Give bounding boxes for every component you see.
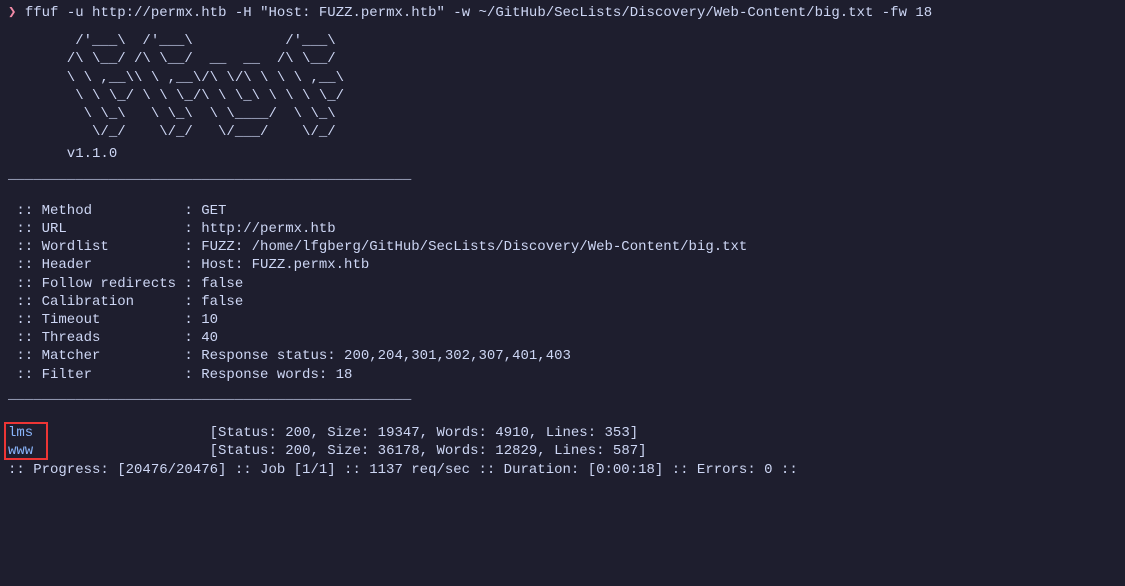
result-row: lms [Status: 200, Size: 19347, Words: 49… — [8, 424, 1117, 442]
result-row: www [Status: 200, Size: 36178, Words: 12… — [8, 442, 1117, 460]
config-block: :: Method : GET :: URL : http://permx.ht… — [8, 202, 1117, 384]
command-text: ffuf -u http://permx.htb -H "Host: FUZZ.… — [16, 5, 932, 21]
divider-top: ________________________________________… — [8, 166, 1117, 184]
ascii-banner: /'___\ /'___\ /'___\ /\ \__/ /\ \__/ __ … — [8, 32, 1117, 141]
config-line-7: :: Threads : 40 — [8, 329, 1117, 347]
divider-bottom: ________________________________________… — [8, 386, 1117, 404]
config-line-4: :: Follow redirects : false — [8, 275, 1117, 293]
results-block: lms [Status: 200, Size: 19347, Words: 49… — [8, 424, 1117, 460]
config-line-9: :: Filter : Response words: 18 — [8, 366, 1117, 384]
config-line-3: :: Header : Host: FUZZ.permx.htb — [8, 256, 1117, 274]
config-line-8: :: Matcher : Response status: 200,204,30… — [8, 347, 1117, 365]
command-line: ❯ ffuf -u http://permx.htb -H "Host: FUZ… — [8, 4, 1117, 22]
blank-line-2 — [8, 404, 1117, 422]
result-stats: [Status: 200, Size: 36178, Words: 12829,… — [33, 443, 646, 459]
result-stats: [Status: 200, Size: 19347, Words: 4910, … — [33, 425, 638, 441]
config-line-0: :: Method : GET — [8, 202, 1117, 220]
config-line-2: :: Wordlist : FUZZ: /home/lfgberg/GitHub… — [8, 238, 1117, 256]
result-name: www — [8, 443, 33, 459]
config-line-6: :: Timeout : 10 — [8, 311, 1117, 329]
blank-line — [8, 184, 1117, 202]
progress-line: :: Progress: [20476/20476] :: Job [1/1] … — [8, 461, 1117, 479]
config-line-1: :: URL : http://permx.htb — [8, 220, 1117, 238]
result-name: lms — [8, 425, 33, 441]
config-line-5: :: Calibration : false — [8, 293, 1117, 311]
version-line: v1.1.0 — [8, 145, 1117, 163]
